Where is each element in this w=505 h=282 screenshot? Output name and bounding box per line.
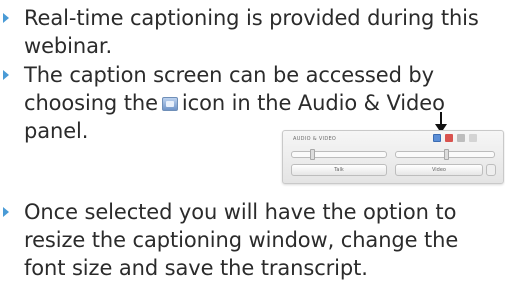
bullet-marker <box>3 70 9 80</box>
video-button[interactable]: Video <box>395 164 483 176</box>
bullet-2-line-2-after: icon in the Audio & Video <box>181 91 445 115</box>
volume-slider[interactable] <box>291 149 387 160</box>
closed-caption-icon <box>161 97 178 111</box>
settings-icon[interactable] <box>457 134 465 142</box>
bullet-2-line-2: choosing the icon in the Audio & Video <box>24 89 445 117</box>
bullet-2-line-3: panel. <box>24 119 89 143</box>
slider-thumb[interactable] <box>310 149 315 160</box>
bullet-1-line-2: webinar. <box>24 34 113 58</box>
gear-icon[interactable] <box>486 164 496 176</box>
bullet-3-line-3: font size and save the transcript. <box>24 256 368 280</box>
bullet-marker <box>3 13 9 23</box>
bullet-marker <box>3 207 9 217</box>
panel-title: AUDIO & VIDEO <box>293 136 337 142</box>
bullet-2-line-2-before: choosing the <box>24 91 158 115</box>
audio-video-panel: AUDIO & VIDEO Talk Video <box>282 130 504 184</box>
bullet-3-line-1: Once selected you will have the option t… <box>24 200 457 224</box>
caption-toggle-icon[interactable] <box>433 134 441 142</box>
slider-thumb[interactable] <box>444 149 449 160</box>
mic-slider[interactable] <box>395 149 495 160</box>
bullet-2-line-1: The caption screen can be accessed by <box>24 63 434 87</box>
bullet-1-line-1: Real-time captioning is provided during … <box>24 6 479 30</box>
media-icon[interactable] <box>445 134 453 142</box>
close-icon[interactable] <box>469 134 477 142</box>
talk-button[interactable]: Talk <box>291 164 387 176</box>
bullet-3-line-2: resize the captioning window, change the <box>24 228 459 252</box>
